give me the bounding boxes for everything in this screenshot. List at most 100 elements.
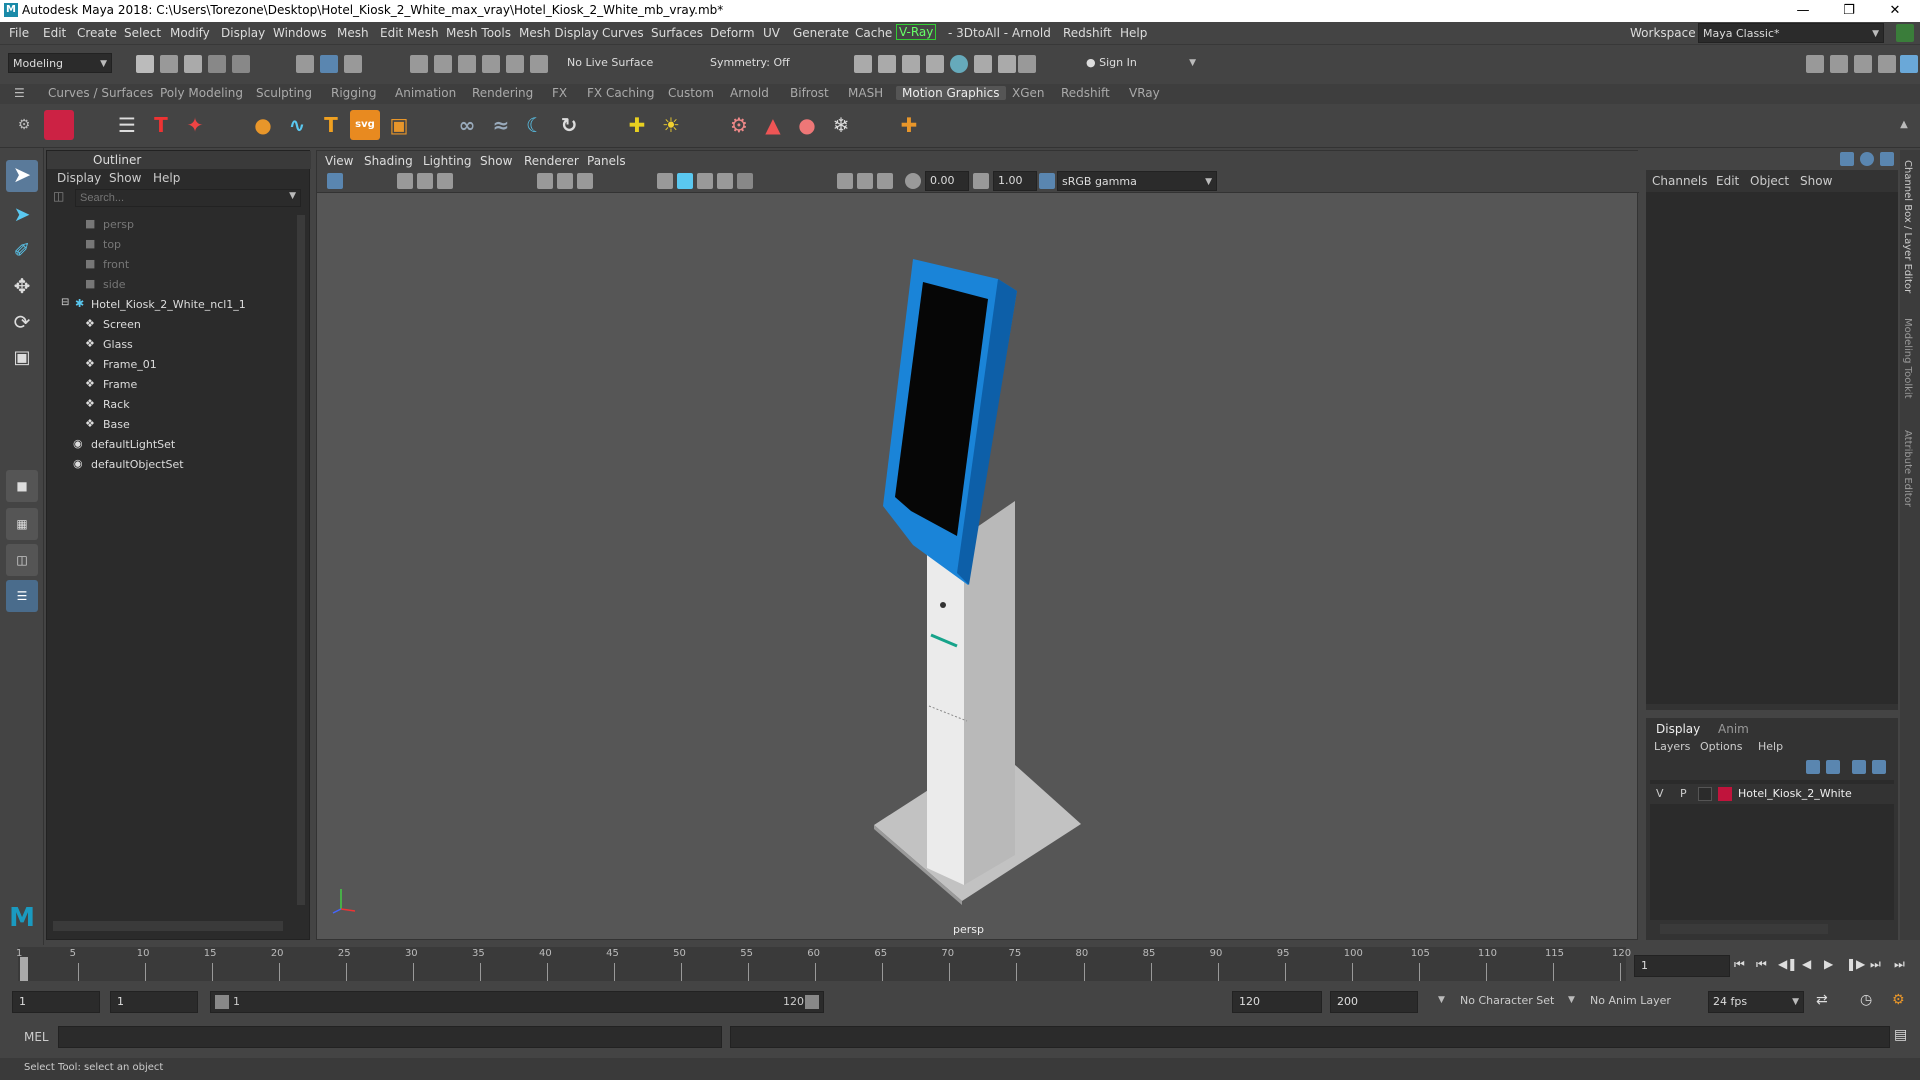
lasso-tool-icon[interactable]: ➤ (6, 198, 38, 230)
shelf-tab-arnold[interactable]: Arnold (724, 86, 775, 100)
workspace-dropdown[interactable]: Maya Classic* ▼ (1698, 23, 1884, 43)
snap-grid-icon[interactable] (410, 55, 428, 73)
command-input[interactable] (58, 1026, 722, 1048)
outliner-menu-display[interactable]: Display (57, 171, 101, 185)
character-set-label[interactable]: No Character Set (1460, 994, 1554, 1007)
new-layer-icon[interactable] (1852, 760, 1866, 774)
layer-tab-display[interactable]: Display (1656, 722, 1700, 736)
menu-mesh-display[interactable]: Mesh Display (519, 26, 599, 40)
shelf-tab-sculpting[interactable]: Sculpting (250, 86, 318, 100)
menu-modify[interactable]: Modify (170, 26, 210, 40)
modeling-toolkit-icon[interactable] (1806, 55, 1824, 73)
channelbox-menu-edit[interactable]: Edit (1716, 174, 1739, 188)
single-view-icon[interactable]: ■ (6, 470, 38, 502)
textured-icon[interactable] (697, 173, 713, 189)
layer-visibility-toggle[interactable]: V (1656, 787, 1664, 800)
transform-icon[interactable]: ✚ (622, 110, 652, 140)
wireframe-icon[interactable] (657, 173, 673, 189)
exposure-field[interactable]: 0.00 (925, 171, 969, 191)
light-icon[interactable]: ☀ (656, 110, 686, 140)
layer-tab-anim[interactable]: Anim (1718, 722, 1749, 736)
gear-icon[interactable]: ⚙ (724, 110, 754, 140)
menu-mesh[interactable]: Mesh (337, 26, 369, 40)
layer-playback-toggle[interactable]: P (1680, 787, 1687, 800)
list-item[interactable]: ❖ Screen (47, 315, 287, 335)
tab-modeling-toolkit[interactable]: Modeling Toolkit (1902, 318, 1913, 399)
type-icon[interactable]: T (146, 110, 176, 140)
playback-start-field[interactable]: 1 (110, 991, 198, 1013)
vray-icon[interactable] (998, 55, 1016, 73)
list-icon[interactable]: ☰ (112, 110, 142, 140)
menu-edit[interactable]: Edit (43, 26, 66, 40)
render-frame-icon[interactable] (854, 55, 872, 73)
menu-redshift[interactable]: Redshift (1063, 26, 1112, 40)
smooth-shade-icon[interactable] (677, 173, 693, 189)
anim-prefs-icon[interactable]: ⚙ (1892, 992, 1905, 1008)
list-item[interactable]: ■ persp (47, 215, 287, 235)
scale-tool-icon[interactable]: ▣ (6, 342, 38, 374)
two-view-icon[interactable]: ◫ (6, 544, 38, 576)
list-item[interactable]: ■ side (47, 275, 287, 295)
outliner-layout-icon[interactable]: ☰ (6, 580, 38, 612)
lights-icon[interactable] (717, 173, 733, 189)
range-slider-end-handle[interactable] (805, 995, 819, 1009)
sphere-icon[interactable]: ● (248, 110, 278, 140)
menu-edit-mesh[interactable]: Edit Mesh (380, 26, 439, 40)
menu-curves[interactable]: Curves (602, 26, 644, 40)
menu-windows[interactable]: Windows (273, 26, 327, 40)
color-management-icon[interactable] (1039, 173, 1055, 189)
select-by-object-icon[interactable] (320, 55, 338, 73)
menu-select[interactable]: Select (124, 26, 161, 40)
channelbox-menu-show[interactable]: Show (1800, 174, 1832, 188)
move-layer-down-icon[interactable] (1826, 760, 1840, 774)
playback-end-field[interactable]: 120 (1232, 991, 1322, 1013)
move-tool-icon[interactable]: ✥ (6, 270, 38, 302)
script-editor-icon[interactable]: ▤ (1894, 1027, 1907, 1043)
shirt-icon[interactable]: ▲ (758, 110, 788, 140)
viewport-menu-panels[interactable]: Panels (587, 154, 626, 168)
layer-type-toggle[interactable] (1698, 787, 1712, 801)
lock-icon[interactable] (1896, 24, 1914, 42)
channelbox-menu-channels[interactable]: Channels (1652, 174, 1708, 188)
refresh-icon[interactable]: ↻ (554, 110, 584, 140)
chevron-down-icon[interactable]: ▼ (289, 191, 296, 201)
go-to-end-icon[interactable]: ⏭ (1894, 957, 1905, 972)
shelf-tab-rendering[interactable]: Rendering (466, 86, 539, 100)
shelf-tab-custom[interactable]: Custom (662, 86, 720, 100)
script-language-label[interactable]: MEL (24, 1030, 49, 1044)
mode-dropdown[interactable]: Modeling ▼ (8, 53, 112, 73)
menu-surfaces[interactable]: Surfaces (651, 26, 703, 40)
list-item[interactable]: ■ front (47, 255, 287, 275)
loop-icon[interactable]: ⇄ (1816, 992, 1828, 1008)
snap-curve-icon[interactable] (434, 55, 452, 73)
list-item[interactable]: ◉ defaultObjectSet (47, 455, 287, 475)
time-ruler[interactable]: 1 5 10 15 20 25 30 35 40 45 50 55 60 65 70 75 80 85 90 95 10… (16, 947, 1631, 981)
filter-icon[interactable]: ◫ (53, 189, 69, 205)
shelf-menu-icon[interactable]: ☰ (8, 86, 31, 100)
go-to-start-icon[interactable]: ⏮ (1734, 957, 1745, 972)
viewport-menu-show[interactable]: Show (480, 154, 512, 168)
snowflake-icon[interactable]: ❄ (826, 110, 856, 140)
list-item[interactable]: ❖ Frame_01 (47, 355, 287, 375)
pause-icon[interactable] (1018, 55, 1036, 73)
box-icon[interactable]: ▣ (384, 110, 414, 140)
exposure-icon[interactable] (905, 173, 921, 189)
wind-icon[interactable]: ≈ (486, 110, 516, 140)
attribute-editor-icon[interactable] (1854, 55, 1872, 73)
menu-vray[interactable]: V-Ray (896, 24, 937, 40)
list-item[interactable]: V P Hotel_Kiosk_2_White (1650, 784, 1894, 804)
character-controls-icon[interactable] (1830, 55, 1848, 73)
viewport-menu-shading[interactable]: Shading (364, 154, 413, 168)
render-sequence-icon[interactable] (878, 55, 896, 73)
shelf-scroll-icon[interactable]: ▲ (1894, 110, 1914, 140)
snap-surface-icon[interactable] (506, 55, 524, 73)
chevron-down-icon[interactable]: ▼ (1438, 995, 1445, 1005)
menu-mesh-tools[interactable]: Mesh Tools (446, 26, 511, 40)
list-item[interactable]: ❖ Rack (47, 395, 287, 415)
save-scene-icon[interactable] (184, 55, 202, 73)
anim-layer-label[interactable]: No Anim Layer (1590, 994, 1671, 1007)
snap-view-icon[interactable] (482, 55, 500, 73)
maya-home-icon[interactable]: M (6, 902, 38, 934)
menu-help[interactable]: Help (1120, 26, 1147, 40)
paint-select-icon[interactable]: ✐ (6, 234, 38, 266)
